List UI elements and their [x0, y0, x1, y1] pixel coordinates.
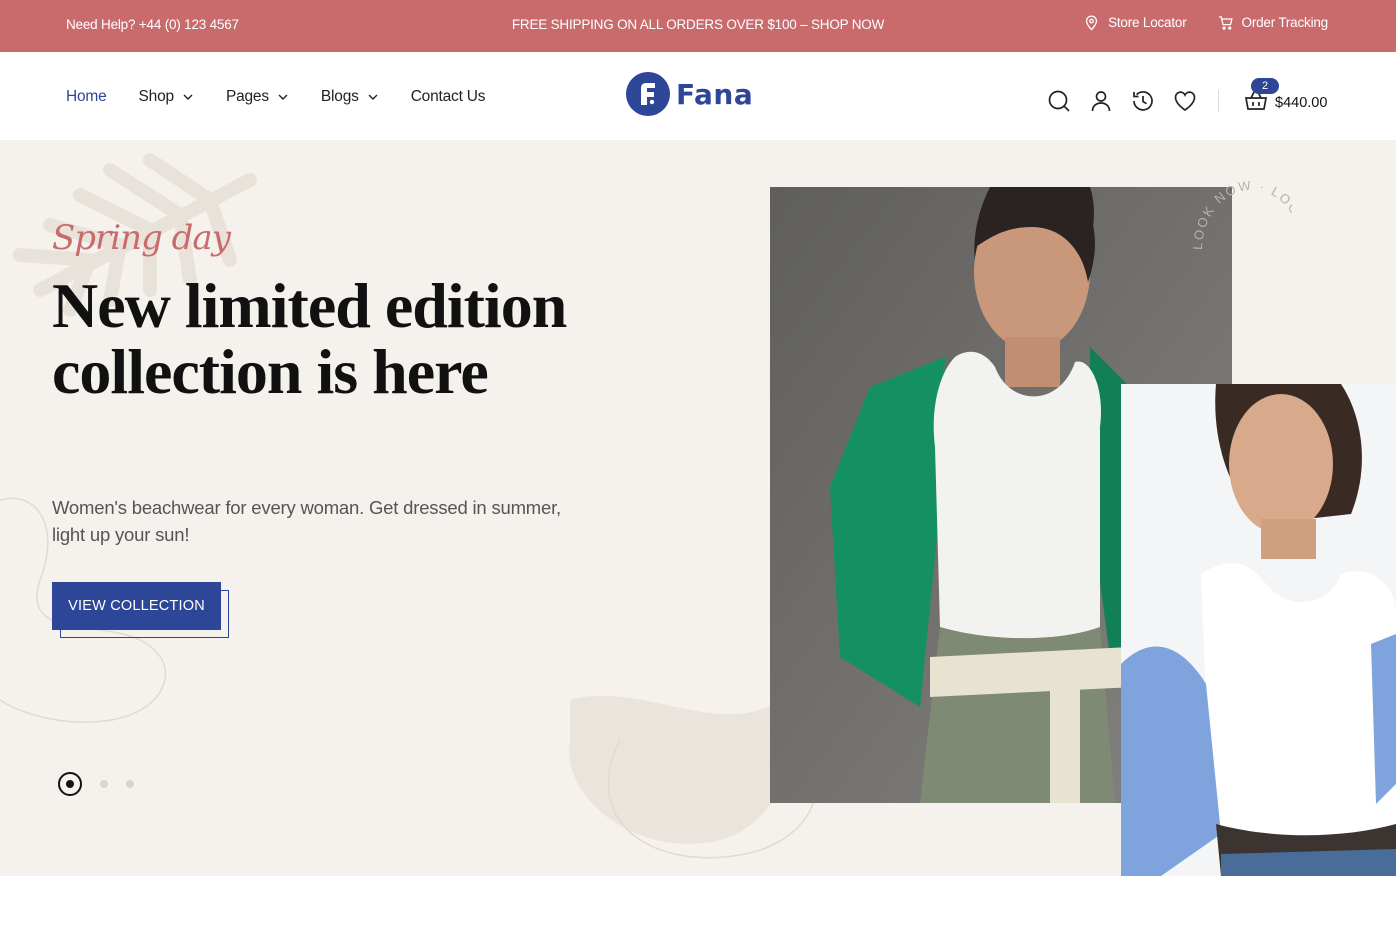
- logo-text: Fana: [676, 77, 754, 111]
- hero-slider: Spring day New limited edition collectio…: [0, 140, 1396, 876]
- badge-text: LOOK NOW · LOOK NOW ·: [1190, 180, 1292, 286]
- nav-blogs-label: Blogs: [320, 88, 359, 105]
- history-icon[interactable]: [1130, 88, 1156, 114]
- nav-item-pages[interactable]: Pages: [226, 88, 289, 106]
- main-nav: Home Shop Pages Blogs Contact Us: [66, 88, 517, 106]
- store-locator-link[interactable]: Store Locator: [1083, 14, 1187, 31]
- announcement-bar: Need Help? +44 (0) 123 4567 FREE SHIPPIN…: [0, 0, 1396, 52]
- nav-item-home[interactable]: Home: [66, 88, 107, 106]
- nav-item-contact[interactable]: Contact Us: [411, 88, 486, 106]
- nav-pages-label: Pages: [225, 88, 269, 105]
- topbar-links: Store Locator Order Tracking: [1083, 14, 1328, 31]
- chevron-down-icon: [183, 94, 193, 100]
- svg-text:LOOK NOW · LOOK NOW ·: LOOK NOW · LOOK NOW ·: [1190, 180, 1292, 286]
- chevron-down-icon: [278, 94, 288, 100]
- heart-icon[interactable]: [1172, 88, 1198, 114]
- nav-contact-label: Contact Us: [410, 88, 486, 105]
- hero-headline: New limited edition collection is here: [52, 270, 567, 407]
- cart-count-badge: 2: [1251, 78, 1279, 94]
- nav-item-blogs[interactable]: Blogs: [321, 88, 379, 106]
- hero-image-secondary: [1121, 384, 1396, 876]
- slider-pagination: [58, 772, 134, 796]
- nav-home-label: Home: [66, 88, 107, 105]
- slide-dot-1[interactable]: [58, 772, 82, 796]
- header-actions: 2 $440.00: [1046, 78, 1328, 114]
- cart-icon: [1218, 16, 1233, 30]
- logo-mark-icon: [626, 72, 670, 116]
- look-now-badge[interactable]: LOOK NOW · LOOK NOW ·: [1182, 180, 1292, 320]
- cta-group: VIEW COLLECTION: [52, 582, 229, 638]
- cart-total: $440.00: [1275, 95, 1328, 111]
- slide-dot-3[interactable]: [126, 780, 134, 788]
- order-tracking-link[interactable]: Order Tracking: [1217, 14, 1328, 31]
- view-collection-button[interactable]: VIEW COLLECTION: [52, 582, 221, 630]
- site-logo[interactable]: Fana: [626, 72, 753, 116]
- header-divider: [1218, 90, 1219, 112]
- store-locator-label: Store Locator: [1108, 15, 1187, 30]
- chevron-down-icon: [368, 94, 378, 100]
- hero-eyebrow: Spring day: [52, 218, 231, 258]
- order-tracking-label: Order Tracking: [1241, 15, 1329, 30]
- slide-dot-2[interactable]: [100, 780, 108, 788]
- user-icon[interactable]: [1088, 88, 1114, 114]
- nav-item-shop[interactable]: Shop: [139, 88, 194, 106]
- mini-cart[interactable]: 2 $440.00: [1243, 78, 1328, 114]
- location-pin-icon: [1085, 15, 1098, 31]
- site-header: Home Shop Pages Blogs Contact Us Fana 2 …: [0, 52, 1396, 140]
- search-icon[interactable]: [1046, 88, 1072, 114]
- nav-shop-label: Shop: [138, 88, 175, 105]
- hero-subtitle: Women's beachwear for every woman. Get d…: [52, 497, 561, 545]
